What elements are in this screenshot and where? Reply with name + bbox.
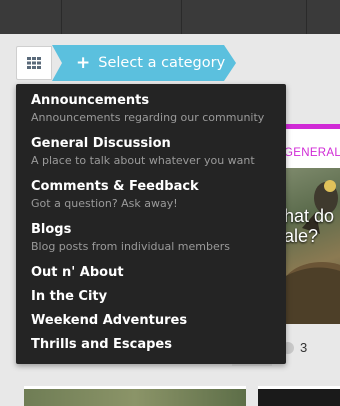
category-description: Blog posts from individual members xyxy=(31,240,230,253)
category-item-out-n-about[interactable]: Out n' About xyxy=(31,265,286,289)
select-category-label: Select a category xyxy=(98,55,226,71)
category-title: Thrills and Escapes xyxy=(31,337,172,352)
topic-title-line: ale? xyxy=(284,226,319,246)
category-item-comments-feedback[interactable]: Comments & Feedback Got a question? Ask … xyxy=(31,179,286,222)
category-title: Announcements xyxy=(31,93,150,108)
category-title: In the City xyxy=(31,289,108,304)
category-item-in-the-city[interactable]: In the City xyxy=(31,289,286,313)
category-description: Announcements regarding our community xyxy=(31,111,265,124)
topic-card[interactable]: GENERAL D hat do ale? xyxy=(282,124,340,324)
grid-icon xyxy=(27,57,41,69)
category-title: General Discussion xyxy=(31,136,171,151)
topic-card-thumbnail[interactable] xyxy=(258,386,340,406)
select-category-button[interactable]: + Select a category xyxy=(52,45,236,81)
category-item-general-discussion[interactable]: General Discussion A place to talk about… xyxy=(31,136,286,179)
nav-segment[interactable] xyxy=(0,0,62,34)
category-description: Got a question? Ask away! xyxy=(31,197,178,210)
category-dropdown-menu: Announcements Announcements regarding ou… xyxy=(16,84,286,364)
topic-category-label[interactable]: GENERAL D xyxy=(282,129,340,159)
category-description: A place to talk about whatever you want xyxy=(31,154,255,167)
topic-title-overlay[interactable]: hat do ale? xyxy=(284,206,334,246)
category-title: Weekend Adventures xyxy=(31,313,188,328)
category-title: Blogs xyxy=(31,222,72,237)
nav-segment[interactable] xyxy=(307,0,340,34)
topic-title-line: hat do xyxy=(284,206,335,226)
topic-card-thumbnail[interactable] xyxy=(24,386,246,406)
comment-count-value: 3 xyxy=(300,340,308,355)
category-item-thrills-and-escapes[interactable]: Thrills and Escapes xyxy=(31,337,286,361)
grid-view-button[interactable] xyxy=(16,46,52,80)
top-navigation-bar xyxy=(0,0,340,34)
category-item-blogs[interactable]: Blogs Blog posts from individual members xyxy=(31,222,286,265)
plus-icon: + xyxy=(76,52,91,73)
category-item-announcements[interactable]: Announcements Announcements regarding ou… xyxy=(31,93,286,136)
category-title: Out n' About xyxy=(31,265,124,280)
nav-segment[interactable] xyxy=(182,0,307,34)
category-title: Comments & Feedback xyxy=(31,179,199,194)
bird-nest-illustration xyxy=(282,180,340,324)
nav-segment[interactable] xyxy=(62,0,182,34)
category-item-weekend-adventures[interactable]: Weekend Adventures xyxy=(31,313,286,337)
topic-thumbnail-image[interactable] xyxy=(282,168,340,324)
